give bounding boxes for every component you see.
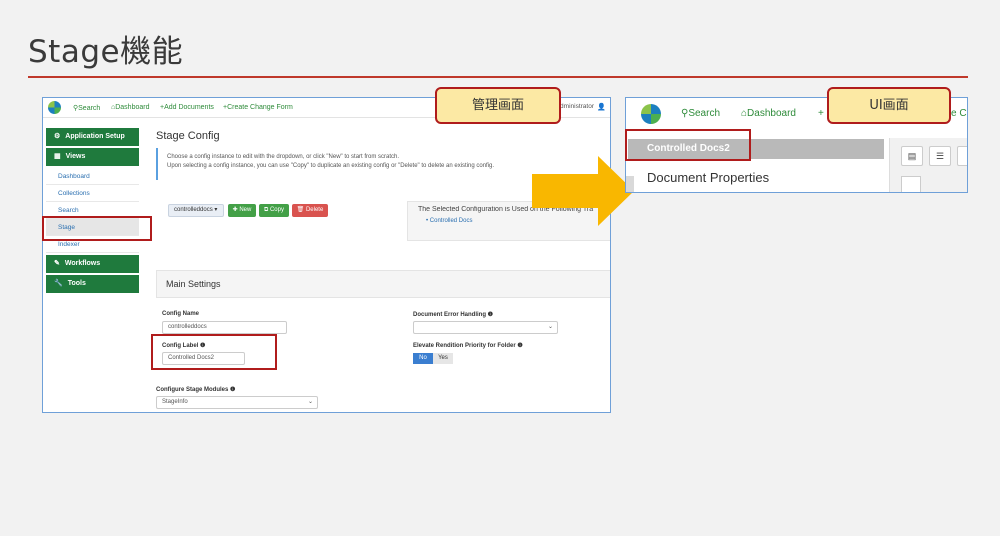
- list-icon[interactable]: ☰: [929, 146, 951, 166]
- config-dropdown[interactable]: controlleddocs ▾: [168, 204, 224, 217]
- app-logo[interactable]: [641, 104, 661, 124]
- new-button[interactable]: ✚ New: [228, 204, 256, 217]
- app-logo[interactable]: [48, 101, 61, 114]
- sidebar-tools[interactable]: 🔧 Tools: [46, 275, 139, 293]
- nav-add-documents[interactable]: +Add Documents: [160, 104, 214, 111]
- admin-screenshot: ⚲Search ⌂Dashboard +Add Documents +Creat…: [42, 97, 611, 413]
- sidebar-application-setup-label: Application Setup: [65, 133, 125, 140]
- highlight-controlled-docs: [625, 129, 751, 161]
- admin-sidebar: ⚙ Application Setup ▦ Views Dashboard Coll…: [46, 128, 139, 295]
- sidebar-views-label: Views: [65, 153, 86, 160]
- title-divider: [28, 76, 968, 78]
- ui-nav-dashboard-label: Dashboard: [747, 108, 796, 119]
- nav-dashboard[interactable]: ⌂Dashboard: [111, 104, 149, 111]
- grid-icon: ▦: [54, 153, 61, 160]
- nav-dashboard-label: Dashboard: [115, 104, 150, 111]
- sidebar-views[interactable]: ▦ Views: [46, 148, 139, 166]
- user-icon[interactable]: 👤: [597, 103, 606, 111]
- sidebar-application-setup[interactable]: ⚙ Application Setup: [46, 128, 139, 146]
- user-menu[interactable]: administrator: [556, 103, 594, 110]
- sidebar-workflows[interactable]: ✎ Workflows: [46, 255, 139, 273]
- config-name-field[interactable]: controlleddocs: [162, 321, 287, 334]
- gear-icon: ⚙: [54, 133, 61, 140]
- doc-error-handling-label: Document Error Handling ❶: [413, 312, 494, 318]
- chevron-down-icon: ⌄: [307, 399, 313, 405]
- wrench-icon: 🔧: [54, 280, 63, 287]
- main-settings-header: Main Settings: [156, 270, 610, 298]
- nav-search-label: Search: [78, 105, 101, 112]
- slide: Stage機能 ⚲Search ⌂Dashboard +Add Document…: [0, 0, 1000, 536]
- stage-modules-value: StageInfo: [162, 399, 188, 405]
- layout-icon[interactable]: ▤: [901, 146, 923, 166]
- plus-icon[interactable]: +: [818, 108, 824, 119]
- stage-modules-select[interactable]: StageInfo ⌄: [156, 396, 318, 409]
- chevron-down-icon: ⌄: [547, 324, 553, 330]
- sidebar-workflows-label: Workflows: [64, 260, 101, 267]
- highlight-config-label: [151, 334, 277, 370]
- ui-nav-search[interactable]: ⚲Search: [681, 108, 720, 119]
- sidebar-tools-label: Tools: [67, 280, 86, 287]
- elevate-rendition-label: Elevate Rendition Priority for Folder ❶: [413, 343, 523, 349]
- page-title: Stage Config: [156, 130, 220, 142]
- nav-create-change-form[interactable]: +Create Change Form: [223, 104, 293, 111]
- callout-admin: 管理画面: [435, 87, 561, 124]
- toggle-yes[interactable]: Yes: [433, 353, 453, 364]
- delete-button[interactable]: 🗑 Delete: [292, 204, 328, 217]
- sidebar-item-dashboard[interactable]: Dashboard: [46, 168, 139, 185]
- config-name-label: Config Name: [162, 311, 200, 317]
- collapse-handle[interactable]: [626, 176, 634, 192]
- ui-nav-search-label: Search: [688, 108, 721, 119]
- toolbar-button-cut[interactable]: [957, 146, 967, 166]
- doc-error-handling-select[interactable]: ⌄: [413, 321, 558, 334]
- preview-frame: [901, 176, 921, 192]
- ui-nav-dashboard[interactable]: ⌂Dashboard: [741, 108, 796, 119]
- ui-nav-create-change[interactable]: e Ch: [951, 108, 967, 119]
- nav-search[interactable]: ⚲Search: [73, 104, 100, 112]
- callout-ui: UI画面: [827, 87, 951, 124]
- slide-title: Stage機能: [28, 34, 184, 70]
- edit-icon: ✎: [54, 260, 60, 267]
- highlight-stage: [42, 216, 152, 241]
- selected-config-link-label: Controlled Docs: [429, 218, 473, 224]
- stage-modules-label: Configure Stage Modules ❶: [156, 387, 236, 393]
- sidebar-item-collections[interactable]: Collections: [46, 185, 139, 202]
- toggle-no[interactable]: No: [413, 353, 433, 364]
- document-properties-title: Document Properties: [647, 170, 770, 185]
- copy-button[interactable]: ⧉ Copy: [259, 204, 289, 217]
